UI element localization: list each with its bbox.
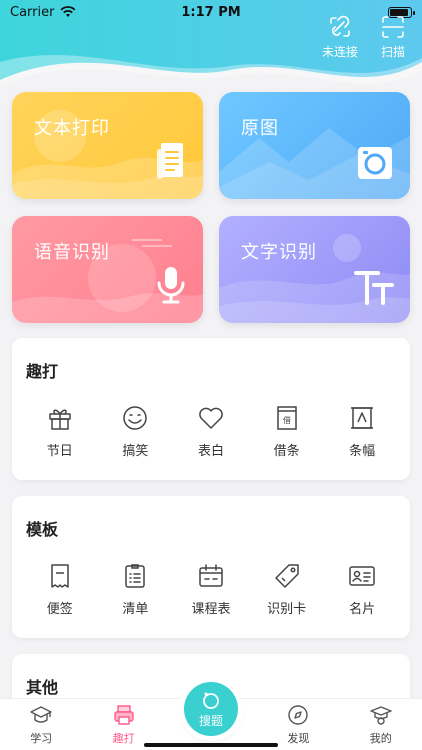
tab-discover[interactable]: 发现: [268, 704, 328, 746]
item-label: 条幅: [349, 444, 376, 459]
item-checklist[interactable]: 清单: [105, 562, 165, 617]
item-festival[interactable]: 节日: [30, 404, 90, 459]
templates-section: 模板 便签 清单 课程表 识别卡 名片: [12, 496, 410, 638]
scan-icon: [382, 16, 404, 38]
section-title: 趣打: [26, 362, 59, 381]
voice-recognition-card[interactable]: 语音识别: [12, 216, 203, 323]
item-label: 表白: [197, 444, 224, 459]
microphone-icon: [157, 267, 185, 304]
search-question-icon: [203, 692, 219, 709]
fun-items: 节日 搞笑 表白 借 借条 条幅: [12, 404, 410, 459]
search-question-button[interactable]: 搜题: [184, 682, 238, 736]
tab-study[interactable]: 学习: [11, 704, 71, 746]
tag-icon: [274, 564, 299, 588]
svg-text:借: 借: [283, 415, 291, 425]
template-items: 便签 清单 课程表 识别卡 名片: [12, 562, 410, 617]
section-title: 其他: [26, 678, 59, 697]
item-label: 节日: [46, 444, 73, 459]
text-print-card[interactable]: 文本打印: [12, 92, 203, 199]
profile-icon: [370, 706, 392, 725]
item-label: 借条: [273, 444, 300, 459]
search-question-label: 搜题: [198, 713, 223, 728]
item-business-card[interactable]: 名片: [332, 562, 392, 617]
printer-icon: [113, 705, 134, 725]
text-recognition-label: 文字识别: [241, 242, 317, 263]
text-print-label: 文本打印: [34, 118, 110, 139]
original-image-card[interactable]: 原图: [219, 92, 410, 199]
disconnected-icon: [330, 15, 350, 37]
business-card-icon: [349, 566, 375, 586]
item-iou[interactable]: 借 借条: [257, 404, 317, 459]
tab-label: 学习: [30, 732, 53, 745]
original-image-label: 原图: [241, 118, 279, 139]
item-schedule[interactable]: 课程表: [181, 562, 241, 617]
disconnected-label: 未连接: [321, 45, 358, 59]
item-label: 便签: [46, 602, 73, 617]
graduation-cap-icon: [30, 706, 52, 723]
fun-print-section: 趣打 节日 搞笑 表白 借 借条 条幅: [12, 338, 410, 480]
checklist-icon: [125, 564, 146, 588]
text-recognition-icon: [354, 271, 394, 305]
tab-label: 发现: [287, 732, 310, 745]
section-title: 模板: [26, 520, 59, 539]
item-id-card[interactable]: 识别卡: [257, 562, 317, 617]
item-label: 名片: [349, 602, 376, 617]
item-label: 识别卡: [267, 602, 307, 617]
scan-label: 扫描: [380, 45, 405, 59]
gift-icon: [49, 409, 71, 430]
text-recognition-card[interactable]: 文字识别: [219, 216, 410, 323]
note-icon: [51, 564, 69, 588]
home-indicator: [144, 743, 278, 747]
banner-icon: [351, 407, 374, 429]
tab-fun-print[interactable]: 趣打: [94, 704, 154, 746]
document-icon: [157, 143, 183, 179]
tab-label: 我的: [369, 732, 392, 745]
item-note[interactable]: 便签: [30, 562, 90, 617]
voice-recognition-label: 语音识别: [34, 242, 110, 263]
feature-cards: 文本打印 原图 语音识别 文字识别: [12, 92, 410, 323]
status-time: 1:17 PM: [181, 4, 241, 20]
tab-label: 趣打: [112, 732, 135, 745]
header-actions: 未连接 扫描: [322, 14, 406, 60]
heart-icon: [199, 407, 223, 429]
iou-icon: 借: [276, 406, 297, 430]
schedule-icon: [199, 564, 223, 587]
disconnected-button[interactable]: 未连接: [322, 14, 358, 60]
item-banner[interactable]: 条幅: [332, 404, 392, 459]
scan-button[interactable]: 扫描: [380, 14, 406, 60]
compass-icon: [288, 705, 309, 725]
item-funny[interactable]: 搞笑: [105, 404, 165, 459]
item-confession[interactable]: 表白: [181, 404, 241, 459]
item-label: 清单: [122, 602, 149, 617]
item-label: 搞笑: [122, 444, 149, 459]
smile-icon: [123, 406, 148, 430]
tab-profile[interactable]: 我的: [351, 704, 411, 746]
wifi-icon: [61, 6, 76, 17]
carrier-label: Carrier: [10, 4, 55, 20]
item-label: 课程表: [191, 602, 231, 617]
camera-icon: [358, 147, 392, 179]
